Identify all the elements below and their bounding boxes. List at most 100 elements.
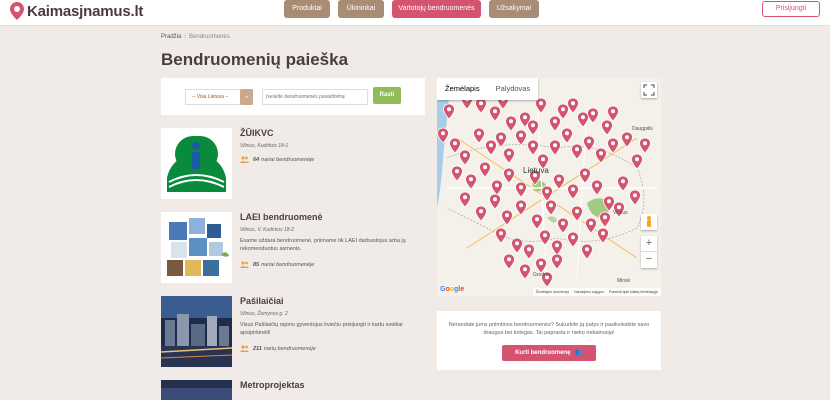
community-item[interactable]: ŽŪIKVC Vilnius, Kudirkos 18-1 64 nariai b… xyxy=(161,128,425,200)
map-marker-pin-icon[interactable] xyxy=(519,263,531,280)
map-marker-pin-icon[interactable] xyxy=(531,213,543,230)
street-view-pegman-icon[interactable] xyxy=(641,214,657,230)
community-name[interactable]: LAEI bendruomenė xyxy=(240,212,323,222)
login-button[interactable]: Prisijungti xyxy=(762,1,820,17)
map-marker-pin-icon[interactable] xyxy=(527,139,539,156)
map-marker-pin-icon[interactable] xyxy=(451,165,463,182)
nav-uzsakymai[interactable]: Užsakymai xyxy=(489,0,539,18)
map-marker-pin-icon[interactable] xyxy=(539,229,551,246)
community-name[interactable]: Metroprojektas xyxy=(240,380,305,390)
map-marker-pin-icon[interactable] xyxy=(591,179,603,196)
nav-vartotoju-bendruomenes[interactable]: Vartotojų bendruomenės xyxy=(392,0,481,18)
map-pins-layer[interactable] xyxy=(437,78,661,296)
map-marker-pin-icon[interactable] xyxy=(579,167,591,184)
map-marker-pin-icon[interactable] xyxy=(479,161,491,178)
map-marker-pin-icon[interactable] xyxy=(621,131,633,148)
map-marker-pin-icon[interactable] xyxy=(557,217,569,234)
map-marker-pin-icon[interactable] xyxy=(475,97,487,114)
map-marker-pin-icon[interactable] xyxy=(583,135,595,152)
map-marker-pin-icon[interactable] xyxy=(535,97,547,114)
chevron-down-icon[interactable]: ⌄ xyxy=(240,89,253,105)
map-marker-pin-icon[interactable] xyxy=(557,103,569,120)
map-marker-pin-icon[interactable] xyxy=(527,119,539,136)
breadcrumb-home[interactable]: Pradžia xyxy=(161,34,181,40)
map-marker-pin-icon[interactable] xyxy=(503,167,515,184)
map-marker-pin-icon[interactable] xyxy=(587,107,599,124)
create-community-button[interactable]: Kurti bendruomenę 👥 xyxy=(502,345,596,361)
terms-link[interactable]: Naudojimo sąlygos xyxy=(574,288,604,296)
map-marker-pin-icon[interactable] xyxy=(561,127,573,144)
map-marker-pin-icon[interactable] xyxy=(437,127,449,144)
zoom-out-button[interactable]: − xyxy=(641,252,657,268)
map-marker-pin-icon[interactable] xyxy=(551,239,563,256)
map-marker-pin-icon[interactable] xyxy=(599,211,611,228)
map-marker-pin-icon[interactable] xyxy=(465,173,477,190)
community-photo-pasilaiciai[interactable] xyxy=(161,296,232,367)
map-marker-pin-icon[interactable] xyxy=(495,227,507,244)
map-marker-pin-icon[interactable] xyxy=(639,137,651,154)
tab-map[interactable]: Žemėlapis xyxy=(437,78,488,100)
map-marker-pin-icon[interactable] xyxy=(515,199,527,216)
map-marker-pin-icon[interactable] xyxy=(489,193,501,210)
map-marker-pin-icon[interactable] xyxy=(523,243,535,260)
map-marker-pin-icon[interactable] xyxy=(511,237,523,254)
map-marker-pin-icon[interactable] xyxy=(595,147,607,164)
map-marker-pin-icon[interactable] xyxy=(449,137,461,154)
map-marker-pin-icon[interactable] xyxy=(503,147,515,164)
map-marker-pin-icon[interactable] xyxy=(567,97,579,114)
map-marker-pin-icon[interactable] xyxy=(603,195,615,212)
map-marker-pin-icon[interactable] xyxy=(459,149,471,166)
community-photo-metroprojektas[interactable] xyxy=(161,380,232,400)
map-marker-pin-icon[interactable] xyxy=(515,129,527,146)
nav-ukininkai[interactable]: Ūkininkai xyxy=(338,0,384,18)
community-item[interactable]: Metroprojektas xyxy=(161,380,425,400)
map-marker-pin-icon[interactable] xyxy=(473,127,485,144)
map-marker-pin-icon[interactable] xyxy=(553,173,565,190)
map-marker-pin-icon[interactable] xyxy=(585,217,597,234)
map-marker-pin-icon[interactable] xyxy=(577,111,589,128)
map-marker-pin-icon[interactable] xyxy=(541,185,553,202)
community-logo-zuikvc[interactable] xyxy=(161,128,232,199)
map-marker-pin-icon[interactable] xyxy=(571,205,583,222)
map-marker-pin-icon[interactable] xyxy=(491,179,503,196)
map-marker-pin-icon[interactable] xyxy=(617,175,629,192)
map-marker-pin-icon[interactable] xyxy=(501,209,513,226)
find-button[interactable]: Rasti xyxy=(373,87,401,104)
map-marker-pin-icon[interactable] xyxy=(549,115,561,132)
map-marker-pin-icon[interactable] xyxy=(503,253,515,270)
map-marker-pin-icon[interactable] xyxy=(545,199,557,216)
community-item[interactable]: Pašilaičiai Vilnius, Žemynos g. 2 Visus … xyxy=(161,296,425,368)
map-marker-pin-icon[interactable] xyxy=(581,243,593,260)
community-name[interactable]: ŽŪIKVC xyxy=(240,128,274,138)
map-marker-pin-icon[interactable] xyxy=(489,105,501,122)
fullscreen-icon[interactable] xyxy=(641,82,657,98)
report-error-link[interactable]: Pranešti apie klaidą žemėlapyje xyxy=(609,288,658,296)
map-marker-pin-icon[interactable] xyxy=(495,131,507,148)
map-marker-pin-icon[interactable] xyxy=(515,181,527,198)
community-logo-laei[interactable] xyxy=(161,212,232,283)
map-marker-pin-icon[interactable] xyxy=(571,143,583,160)
tab-satellite[interactable]: Palydovas xyxy=(488,78,539,100)
community-name-input[interactable] xyxy=(262,89,368,105)
map-marker-pin-icon[interactable] xyxy=(443,103,455,120)
map-marker-pin-icon[interactable] xyxy=(459,191,471,208)
map-marker-pin-icon[interactable] xyxy=(607,137,619,154)
map-marker-pin-icon[interactable] xyxy=(597,227,609,244)
map-marker-pin-icon[interactable] xyxy=(607,105,619,122)
map-marker-pin-icon[interactable] xyxy=(601,119,613,136)
region-select[interactable]: -- Visa Lietuva -- ⌄ xyxy=(185,89,253,105)
community-name[interactable]: Pašilaičiai xyxy=(240,296,284,306)
map-marker-pin-icon[interactable] xyxy=(567,231,579,248)
communities-map[interactable]: Žemėlapis Palydovas Lietuva Daugpilis Vi… xyxy=(437,78,661,296)
site-logo[interactable]: Kaimasjnamus.lt xyxy=(10,2,143,20)
map-marker-pin-icon[interactable] xyxy=(631,153,643,170)
map-marker-pin-icon[interactable] xyxy=(551,253,563,270)
map-marker-pin-icon[interactable] xyxy=(629,189,641,206)
nav-produktai[interactable]: Produktai xyxy=(284,0,330,18)
map-data-link[interactable]: Žemėlapio duomenys xyxy=(536,288,569,296)
zoom-in-button[interactable]: + xyxy=(641,236,657,252)
map-marker-pin-icon[interactable] xyxy=(567,183,579,200)
community-item[interactable]: LAEI bendruomenė Vilnius, V. Kudirkos 18… xyxy=(161,212,425,284)
map-marker-pin-icon[interactable] xyxy=(505,115,517,132)
map-marker-pin-icon[interactable] xyxy=(485,139,497,156)
